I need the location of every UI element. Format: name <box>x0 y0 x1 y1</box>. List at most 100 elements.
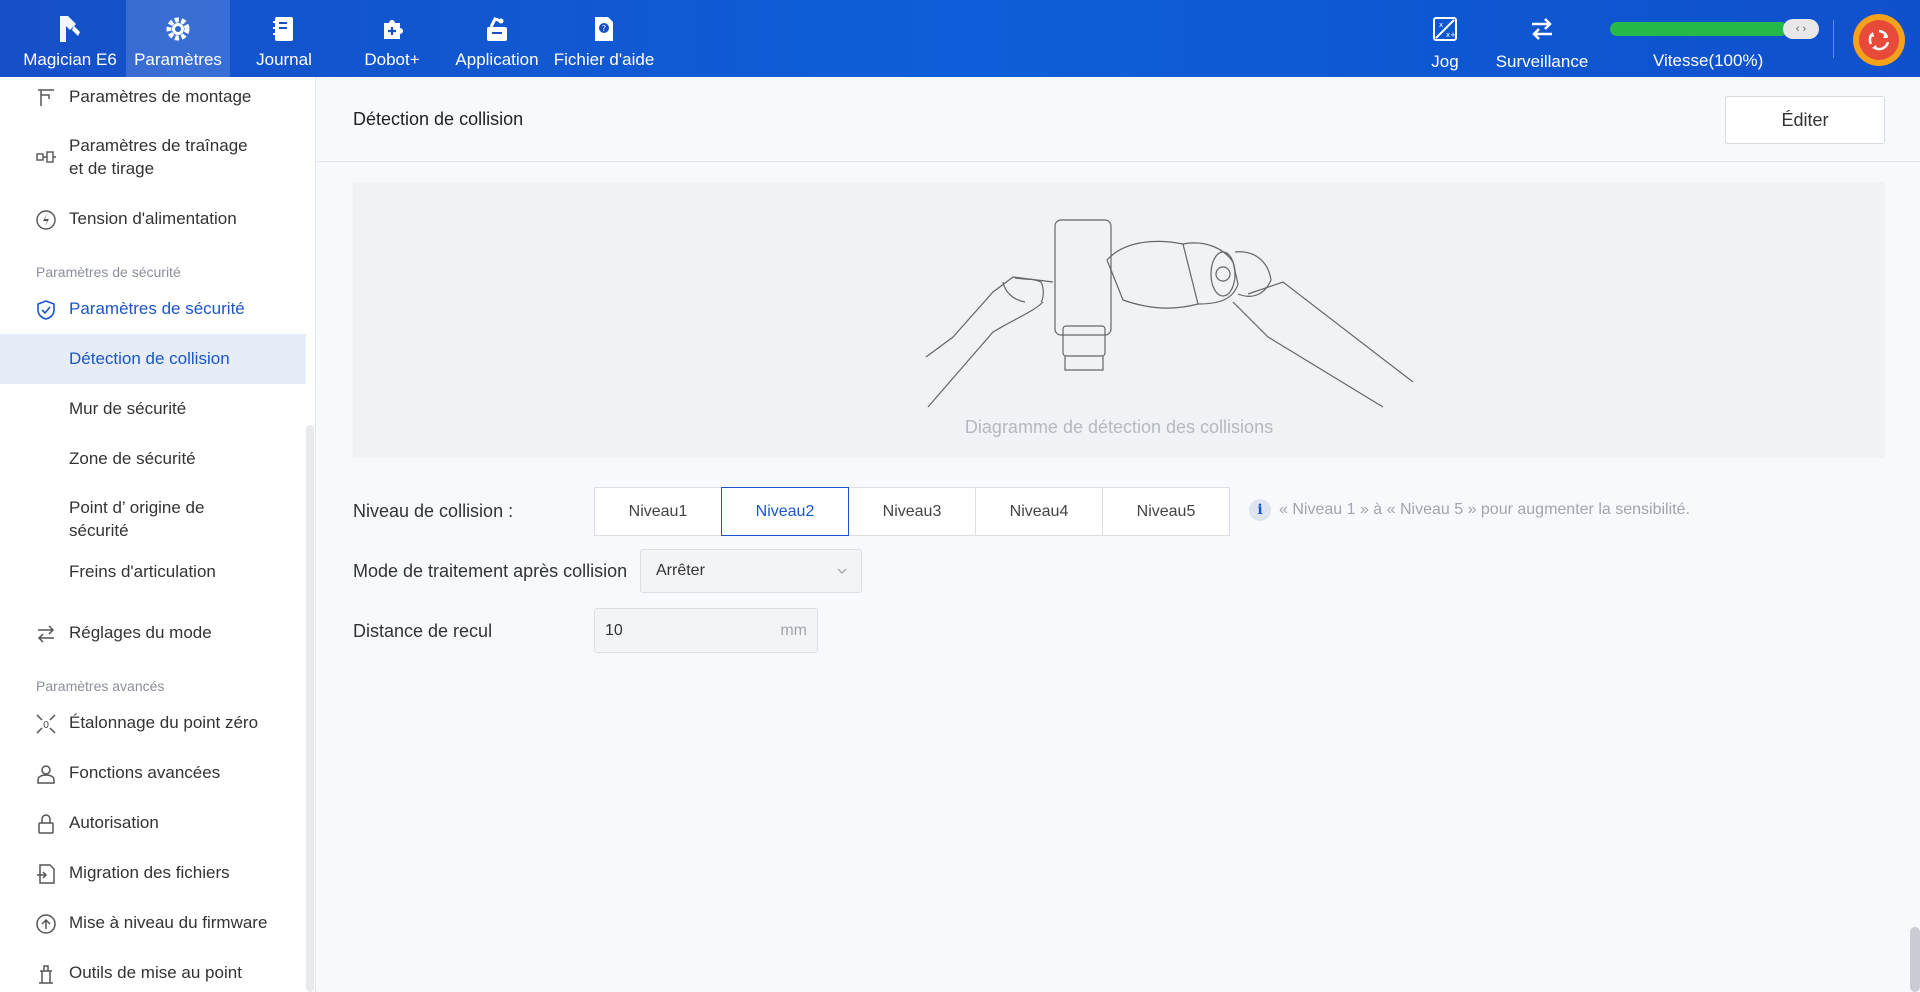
top-navigation-bar: Magician E6 Paramètres Journal Dobot+ Ap… <box>0 0 1920 77</box>
sidebar-item-label: Point d’ origine de sécurité <box>69 498 205 540</box>
level-2-button[interactable]: Niveau2 <box>721 487 849 536</box>
sidebar-item-label: Outils de mise au point <box>69 963 242 982</box>
nav-label: Fichier d'aide <box>553 50 655 69</box>
sidebar-item-file-migration[interactable]: Migration des fichiers <box>0 861 306 887</box>
speed-slider-track[interactable] <box>1610 22 1788 36</box>
reset-icon <box>1859 20 1899 60</box>
sidebar-item-label: Réglages du mode <box>69 623 212 642</box>
robot-status-button[interactable] <box>1853 14 1905 66</box>
svg-text:0: 0 <box>43 720 49 731</box>
nav-parametres[interactable]: Paramètres <box>126 0 230 77</box>
file-migration-icon <box>33 861 59 887</box>
nav-magician-e6[interactable]: Magician E6 <box>18 0 122 77</box>
sidebar-item-label: Tension d'alimentation <box>69 209 237 228</box>
post-collision-mode-label: Mode de traitement après collision <box>353 561 628 581</box>
sidebar-group-title: Paramètres avancés <box>36 678 165 694</box>
sidebar-item-power[interactable]: Tension d'alimentation <box>0 207 306 233</box>
jog-button[interactable]: x x+ Jog <box>1420 0 1470 77</box>
hint-text: « Niveau 1 » à « Niveau 5 » pour augment… <box>1279 501 1690 518</box>
upgrade-icon <box>33 911 59 937</box>
info-icon: i <box>1249 499 1271 521</box>
sidebar-item-mode-settings[interactable]: Réglages du mode <box>0 621 306 647</box>
sidebar-item-label: Fonctions avancées <box>69 763 221 782</box>
sidebar-item-drag[interactable]: Paramètres de traînage et de tirage <box>0 134 306 180</box>
nav-label: Dobot+ <box>364 50 420 69</box>
level-3-button[interactable]: Niveau3 <box>848 487 976 536</box>
sidebar-item-firmware-upgrade[interactable]: Mise à niveau du firmware <box>0 911 306 937</box>
nav-label: Application <box>455 50 539 69</box>
help-file-icon: ? <box>589 14 619 44</box>
sidebar-group-title: Paramètres de sécurité <box>36 264 181 280</box>
sidebar-subitem-collision-detection[interactable]: Détection de collision <box>0 334 306 384</box>
journal-icon <box>269 14 299 44</box>
main-content: Détection de collision Éditer Diagramme … <box>317 77 1920 992</box>
edit-button[interactable]: Éditer <box>1725 96 1885 144</box>
content-scrollbar[interactable] <box>1910 927 1920 992</box>
svg-text:x: x <box>1439 21 1443 29</box>
nav-application[interactable]: Application <box>448 0 546 77</box>
gear-icon <box>163 14 193 44</box>
diagram-caption: Diagramme de détection des collisions <box>964 417 1274 437</box>
zero-calibration-icon: 0 <box>33 711 59 737</box>
user-icon <box>33 761 59 787</box>
swap-arrows-icon <box>1527 14 1557 44</box>
sidebar-item-label: Autorisation <box>69 813 159 832</box>
debug-tools-icon <box>33 961 59 987</box>
sidebar-item-label: Étalonnage du point zéro <box>69 713 259 732</box>
puzzle-icon <box>377 14 407 44</box>
sidebar-item-mounting[interactable]: Paramètres de montage <box>0 85 306 111</box>
speed-label: Vitesse(100%) <box>1653 51 1764 70</box>
nav-label: Magician E6 <box>23 50 117 69</box>
nav-help-file[interactable]: ? Fichier d'aide <box>552 0 656 77</box>
select-value: Arrêter <box>656 562 705 579</box>
post-collision-mode-select[interactable]: Arrêter <box>640 549 862 593</box>
robot-arm-icon <box>55 14 85 44</box>
swap-arrows-icon <box>33 621 59 647</box>
collision-level-label: Niveau de collision : <box>353 501 514 521</box>
svg-text:x+: x+ <box>1446 31 1456 39</box>
sidebar-subitem-safety-zone[interactable]: Zone de sécurité <box>0 434 306 484</box>
retreat-distance-label: Distance de recul <box>353 621 493 641</box>
sidebar-scrollbar[interactable] <box>306 425 314 992</box>
sidebar-item-debug-tools[interactable]: Outils de mise au point <box>0 961 306 987</box>
surveillance-button[interactable]: Surveillance <box>1490 0 1594 77</box>
retreat-distance-field: mm <box>594 608 818 653</box>
sidebar-item-label: Mise à niveau du firmware <box>69 913 268 932</box>
svg-text:?: ? <box>602 24 606 33</box>
sidebar-item-advanced-functions[interactable]: Fonctions avancées <box>0 761 306 787</box>
application-icon <box>482 14 512 44</box>
sidebar-subitem-safety-wall[interactable]: Mur de sécurité <box>0 384 306 434</box>
content-header: Détection de collision Éditer <box>317 77 1920 162</box>
sidebar-item-label: Migration des fichiers <box>69 863 230 882</box>
nav-dobot-plus[interactable]: Dobot+ <box>344 0 440 77</box>
nav-label: Journal <box>256 50 312 69</box>
nav-label: Paramètres <box>134 50 222 69</box>
sidebar-subitem-joint-brakes[interactable]: Freins d'articulation <box>0 547 306 597</box>
power-icon <box>33 207 59 233</box>
collision-diagram: Diagramme de détection des collisions <box>353 182 1885 458</box>
speed-control: ‹ › Vitesse(100%) <box>1608 0 1819 77</box>
divider <box>1833 20 1834 58</box>
sidebar-item-security[interactable]: Paramètres de sécurité <box>0 297 306 323</box>
speed-slider-thumb[interactable]: ‹ › <box>1783 19 1819 39</box>
chevron-down-icon <box>835 564 849 583</box>
sidebar-item-zero-calibration[interactable]: 0 Étalonnage du point zéro <box>0 711 306 737</box>
collision-level-selector: Niveau1 Niveau2 Niveau3 Niveau4 Niveau5 <box>594 487 1230 536</box>
retreat-distance-input[interactable] <box>595 609 765 652</box>
nav-journal[interactable]: Journal <box>236 0 332 77</box>
level-4-button[interactable]: Niveau4 <box>975 487 1103 536</box>
page-title: Détection de collision <box>353 109 524 129</box>
surveillance-label: Surveillance <box>1495 52 1589 71</box>
shield-icon <box>33 297 59 323</box>
level-1-button[interactable]: Niveau1 <box>594 487 722 536</box>
settings-sidebar: Paramètres de montage Paramètres de traî… <box>0 77 316 992</box>
jog-icon: x x+ <box>1430 14 1460 44</box>
sidebar-item-authorization[interactable]: Autorisation <box>0 811 306 837</box>
sidebar-item-label: Paramètres de traînage et de tirage <box>69 136 248 178</box>
sidebar-subitem-safety-origin[interactable]: Point d’ origine de sécurité <box>0 486 306 546</box>
sidebar-item-label: Paramètres de montage <box>69 87 252 106</box>
lock-icon <box>33 811 59 837</box>
mount-icon <box>33 85 59 111</box>
sidebar-item-label: Paramètres de sécurité <box>69 299 245 318</box>
level-5-button[interactable]: Niveau5 <box>1102 487 1230 536</box>
